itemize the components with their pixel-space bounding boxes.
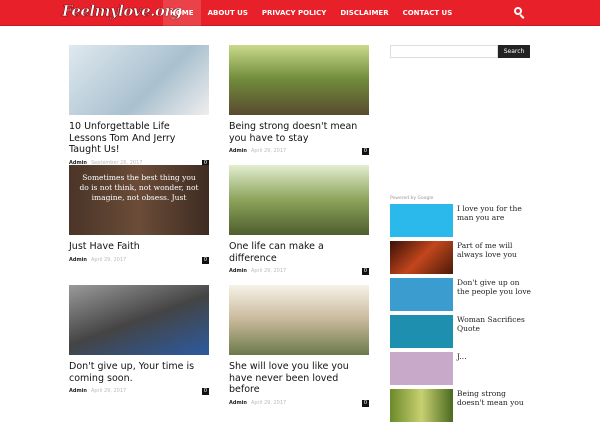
post-title[interactable]: She will love you like you have never be… — [229, 361, 369, 396]
post-title[interactable]: Being strong doesn't mean you have to st… — [229, 121, 369, 144]
post-date: April 29, 2017 — [250, 399, 287, 406]
post-author[interactable]: Admin — [229, 148, 247, 154]
header: Feelmylove.org HOME ABOUT US PRIVACY POL… — [0, 0, 600, 26]
post-thumbnail[interactable] — [229, 165, 369, 235]
ad-title[interactable]: Being strong doesn't mean you — [457, 389, 532, 426]
ad-title[interactable]: Woman Sacrifices Quote — [457, 315, 532, 352]
nav-disclaimer[interactable]: DISCLAIMER — [333, 0, 395, 26]
post-card: One life can make a difference Admin Apri… — [229, 165, 369, 275]
post-title[interactable]: One life can make a difference — [229, 241, 369, 264]
post-card: Sometimes the best thing you do is not t… — [69, 165, 209, 264]
post-author[interactable]: Admin — [69, 257, 87, 263]
ad-widget: Powered by Google I love you for the man… — [390, 196, 532, 426]
post-meta: Admin April 29, 2017 0 — [229, 399, 369, 407]
post-meta: Admin April 29, 2017 0 — [69, 388, 209, 395]
ad-title[interactable]: I love you for the man you are — [457, 204, 532, 241]
comment-count[interactable]: 0 — [361, 148, 369, 155]
main-nav: HOME ABOUT US PRIVACY POLICY DISCLAIMER … — [163, 0, 459, 26]
thumbnail-quote: Sometimes the best thing you do is not t… — [79, 173, 199, 202]
nav-privacy[interactable]: PRIVACY POLICY — [255, 0, 333, 26]
post-thumbnail[interactable] — [69, 285, 209, 355]
ad-item[interactable]: I love you for the man you are — [390, 204, 532, 241]
ad-item[interactable]: Part of me will always love you — [390, 241, 532, 278]
search-icon[interactable] — [514, 7, 522, 15]
ad-item[interactable]: J... — [390, 352, 532, 389]
post-title[interactable]: 10 Unforgettable Life Lessons Tom And Je… — [69, 121, 209, 156]
post-card: She will love you like you have never be… — [229, 285, 369, 407]
ad-title[interactable]: J... — [457, 352, 467, 389]
ad-image[interactable] — [390, 315, 453, 348]
post-date: April 29, 2017 — [250, 268, 287, 274]
post-meta: Admin April 29, 2017 0 — [229, 268, 369, 275]
post-meta: Admin April 29, 2017 0 — [229, 148, 369, 155]
post-date: April 29, 2017 — [250, 148, 287, 154]
post-thumbnail[interactable]: Sometimes the best thing you do is not t… — [69, 165, 209, 235]
ad-item[interactable]: Don't give up on the people you love — [390, 278, 532, 315]
post-card: 10 Unforgettable Life Lessons Tom And Je… — [69, 45, 209, 167]
ad-item[interactable]: Woman Sacrifices Quote — [390, 315, 532, 352]
ad-image[interactable] — [390, 204, 453, 237]
post-title[interactable]: Don't give up, Your time is coming soon. — [69, 361, 209, 384]
comment-count[interactable]: 0 — [201, 256, 209, 264]
ad-image[interactable] — [390, 389, 453, 422]
nav-contact[interactable]: CONTACT US — [396, 0, 460, 26]
search-button[interactable]: Search — [498, 45, 530, 58]
ad-item[interactable]: Being strong doesn't mean you — [390, 389, 532, 426]
powered-by-google: Powered by Google — [390, 196, 434, 201]
post-date: April 29, 2017 — [90, 388, 127, 394]
post-author[interactable]: Admin — [69, 388, 87, 394]
post-meta: Admin April 29, 2017 0 — [69, 256, 209, 264]
post-author[interactable]: Admin — [229, 400, 247, 406]
post-date: April 29, 2017 — [90, 256, 127, 263]
ad-image[interactable] — [390, 241, 453, 274]
nav-about[interactable]: ABOUT US — [201, 0, 255, 26]
post-card: Being strong doesn't mean you have to st… — [229, 45, 369, 155]
ad-title[interactable]: Part of me will always love you — [457, 241, 532, 278]
nav-home[interactable]: HOME — [163, 0, 201, 26]
ad-image[interactable] — [390, 278, 453, 311]
comment-count[interactable]: 0 — [361, 268, 369, 275]
comment-count[interactable]: 0 — [361, 399, 369, 407]
post-card: Don't give up, Your time is coming soon.… — [69, 285, 209, 395]
ad-image[interactable] — [390, 352, 453, 385]
post-thumbnail[interactable] — [69, 45, 209, 115]
search-input[interactable] — [390, 45, 498, 58]
post-thumbnail[interactable] — [229, 45, 369, 115]
post-thumbnail[interactable] — [229, 285, 369, 355]
ad-title[interactable]: Don't give up on the people you love — [457, 278, 532, 315]
post-title[interactable]: Just Have Faith — [69, 241, 209, 253]
post-author[interactable]: Admin — [229, 268, 247, 274]
comment-count[interactable]: 0 — [201, 388, 209, 395]
